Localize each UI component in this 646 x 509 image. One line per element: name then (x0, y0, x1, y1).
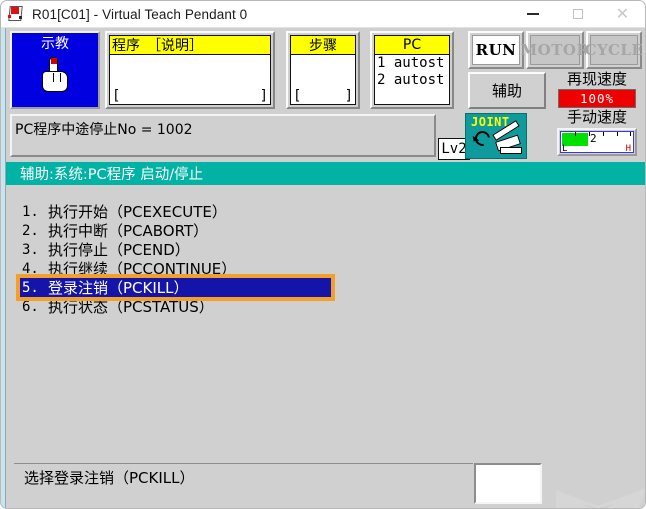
manual-speed-slider[interactable]: 2 L H (557, 128, 637, 156)
manual-speed-title: 手动速度 (566, 108, 627, 126)
pendant-body: 示教 程序 ［说明］ [ ] 步骤 [] PC 1 autost 2 auto… (1, 28, 645, 508)
status-message: PC程序中途停止No = 1002 (15, 122, 193, 138)
playback-speed-value[interactable]: 100% (558, 89, 636, 108)
menu-item[interactable]: 4. 执行继续（PCCONTINUE） (6, 259, 645, 278)
menu-list: 1. 执行开始（PCEXECUTE） 2. 执行中断（PCABORT） 3. 执行停止（P… (6, 202, 645, 316)
status-lamp-cycle-label: CYCLE (585, 35, 643, 65)
menu-item-index: 1. (22, 203, 39, 220)
footer-input[interactable] (474, 463, 542, 504)
manual-speed-value: 2 (590, 132, 597, 145)
program-panel[interactable]: 程序 ［说明］ [ ] (105, 31, 275, 109)
status-lamp-motor-label: MOTOR (521, 35, 589, 65)
status-lamp-run[interactable]: RUN (468, 31, 524, 69)
aux-button[interactable]: 辅助 (468, 72, 546, 109)
manual-speed-high-label: H (625, 144, 631, 154)
program-bracket-open: [ (112, 88, 121, 104)
program-bracket-close: ] (259, 88, 268, 104)
menu-item-label: 执行继续（PCCONTINUE） (48, 260, 237, 278)
step-panel-header: 步骤 (291, 36, 355, 55)
hand-pointer-icon (38, 55, 72, 95)
pc-panel-body: 1 autost 2 autost (375, 55, 449, 104)
menu-item-index: 4. (22, 260, 39, 277)
breadcrumb-text: 辅助:系统:PC程序 启动/停止 (20, 167, 204, 183)
robot-arm-joint-icon[interactable]: JOINT (465, 113, 527, 159)
teach-mode-button[interactable]: 示教 (10, 31, 100, 109)
step-panel[interactable]: 步骤 [ ] (286, 31, 360, 109)
step-bracket-open: [ (293, 88, 302, 104)
menu-item-label: 执行状态（PCSTATUS） (48, 298, 214, 316)
virtual-teach-pendant-window: R01[C01] - Virtual Teach Pendant 0 ✕ 示教 (0, 0, 646, 509)
teach-pendant-icon (7, 5, 25, 23)
footer-prompt: 选择登录注销（PCKILL） (24, 469, 195, 487)
manual-speed-low-label: L (562, 144, 568, 154)
step-panel-body: [ ] (291, 55, 355, 104)
menu-item[interactable]: 5. 登录注销（PCKILL） (16, 274, 335, 301)
menu-item-index: 2. (22, 222, 39, 239)
status-lamp-run-label: RUN (472, 35, 520, 65)
title-bar: R01[C01] - Virtual Teach Pendant 0 ✕ (1, 1, 645, 28)
menu-area: 1. 执行开始（PCEXECUTE） 2. 执行中断（PCABORT） 3. 执行停止（P… (6, 185, 645, 460)
menu-item[interactable]: 2. 执行中断（PCABORT） (6, 221, 645, 240)
window-title: R01[C01] - Virtual Teach Pendant 0 (32, 6, 248, 22)
breadcrumb: 辅助:系统:PC程序 启动/停止 (6, 162, 645, 185)
menu-item-label: 执行停止（PCEND） (48, 241, 190, 259)
status-lamp-motor[interactable]: MOTOR (521, 31, 589, 69)
close-icon[interactable]: ✕ (600, 1, 645, 28)
menu-item-label: 执行开始（PCEXECUTE） (48, 203, 227, 221)
minimize-icon[interactable] (510, 1, 555, 28)
menu-item-label: 执行中断（PCABORT） (48, 222, 209, 240)
menu-item[interactable]: 6. 执行状态（PCSTATUS） (6, 297, 645, 316)
teach-mode-label: 示教 (41, 36, 69, 52)
menu-item[interactable]: 3. 执行停止（PCEND） (6, 240, 645, 259)
manual-speed-ticks (561, 132, 633, 147)
pc-panel-header: PC (375, 36, 449, 55)
playback-speed-title: 再现速度 (566, 70, 627, 88)
menu-item-label: 登录注销（PCKILL） (48, 279, 189, 297)
top-toolbar: 示教 程序 ［说明］ [ ] 步骤 [] PC 1 autost 2 auto… (6, 28, 645, 156)
status-lamp-cycle[interactable]: CYCLE (585, 31, 643, 69)
step-bracket-close: ] (344, 88, 353, 104)
menu-item-index: 6. (22, 298, 39, 315)
program-panel-header: 程序 ［说明］ (110, 36, 270, 55)
menu-item-index: 5. (22, 279, 39, 296)
pc-row: 2 autost (377, 72, 445, 88)
program-panel-body: [ ] (110, 55, 270, 104)
aux-button-label: 辅助 (491, 82, 522, 100)
menu-item[interactable]: 1. 执行开始（PCEXECUTE） (6, 202, 645, 221)
maximize-icon[interactable] (555, 1, 600, 28)
pc-panel[interactable]: PC 1 autost 2 autost (370, 31, 454, 109)
footer-divider (14, 463, 473, 464)
message-bar: PC程序中途停止No = 1002 (10, 114, 436, 157)
footer-bar: 选择登录注销（PCKILL） (6, 460, 645, 508)
window-controls: ✕ (510, 1, 645, 28)
menu-item-index: 3. (22, 241, 39, 258)
pc-row: 1 autost (377, 55, 445, 71)
